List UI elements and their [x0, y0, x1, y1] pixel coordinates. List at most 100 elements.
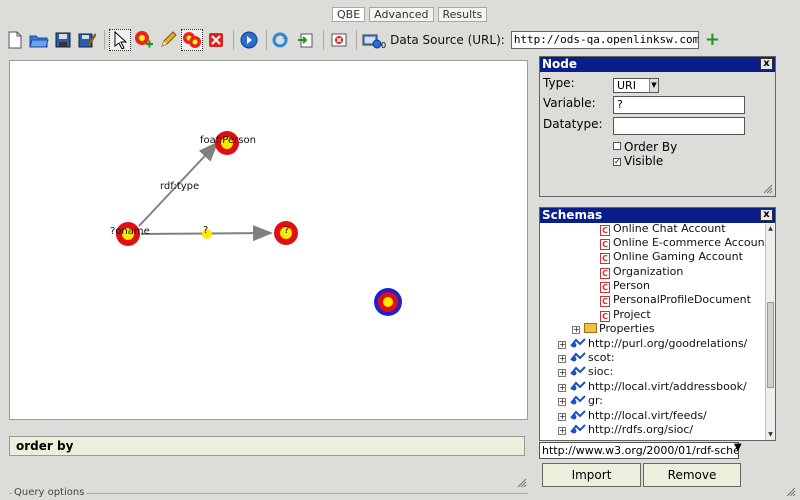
expand-icon[interactable]: +: [572, 326, 580, 334]
resize-grip-icon[interactable]: [763, 184, 773, 194]
query-canvas[interactable]: foaf:Person rdf:type ?oname ? ?: [9, 60, 528, 420]
folder-icon: [584, 323, 597, 333]
tree-item-namespace[interactable]: + sioc:: [558, 365, 613, 379]
tree-item-namespace[interactable]: + http://local.virt/feeds/: [558, 409, 707, 423]
node-panel-title: Node: [542, 57, 578, 71]
datasource-icon[interactable]: [361, 29, 383, 51]
datasource-counter: 0: [381, 40, 387, 50]
scroll-down-icon[interactable]: ▼: [766, 430, 775, 440]
tab-advanced[interactable]: Advanced: [369, 7, 434, 22]
schema-url-select[interactable]: http://www.w3.org/2000/01/rdf-schema#: [539, 442, 739, 459]
variable-input[interactable]: ?: [613, 96, 745, 114]
checkmark-icon: ✓: [613, 157, 621, 166]
type-select[interactable]: URI ▼: [613, 78, 659, 93]
close-icon[interactable]: x: [760, 58, 773, 70]
play-icon[interactable]: [238, 29, 260, 51]
namespace-icon: [570, 338, 586, 348]
edge-label-type: rdf:type: [160, 181, 200, 192]
expand-icon[interactable]: +: [558, 427, 566, 435]
close-icon[interactable]: x: [760, 209, 773, 221]
expand-icon[interactable]: +: [558, 355, 566, 363]
schema-scrollbar[interactable]: ▲ ▼: [765, 224, 775, 440]
tree-item-class[interactable]: C Project: [600, 308, 651, 322]
group-icon[interactable]: [181, 29, 203, 51]
class-icon: C: [600, 311, 610, 322]
expand-icon[interactable]: +: [558, 398, 566, 406]
tree-item-namespace[interactable]: + scot:: [558, 351, 615, 365]
datatype-input[interactable]: [613, 117, 745, 135]
namespace-icon: [570, 366, 586, 376]
order-by-label: Order By: [624, 140, 678, 154]
save-icon[interactable]: [52, 29, 74, 51]
expand-icon[interactable]: +: [558, 413, 566, 421]
select-arrow-icon[interactable]: [109, 29, 131, 51]
visible-checkbox[interactable]: ✓ Visible: [613, 154, 663, 168]
edge-label-variable: ?: [203, 225, 209, 236]
save-as-icon[interactable]: [76, 29, 98, 51]
schemas-panel-title: Schemas: [542, 208, 603, 222]
view-tabs: QBE Advanced Results: [332, 7, 488, 22]
datasource-label: Data Source (URL):: [390, 33, 505, 47]
node-label-object: ?: [284, 225, 290, 236]
expand-icon[interactable]: +: [558, 369, 566, 377]
chevron-down-icon: ▼: [649, 79, 658, 92]
checkbox-empty-icon: [613, 142, 621, 150]
open-folder-icon[interactable]: [28, 29, 50, 51]
tab-qbe[interactable]: QBE: [332, 7, 366, 22]
import-icon[interactable]: [295, 29, 317, 51]
tree-item-class[interactable]: C Organization: [600, 265, 683, 279]
toolbar: 0 Data Source (URL): http://ods-qa.openl…: [4, 27, 796, 53]
type-label: Type:: [543, 76, 575, 90]
visible-label: Visible: [624, 154, 664, 168]
resize-grip-icon[interactable]: [786, 487, 796, 497]
class-icon: C: [600, 282, 610, 293]
tree-item-namespace[interactable]: + http://local.virt/addressbook/: [558, 380, 747, 394]
class-icon: C: [600, 225, 610, 236]
tab-results[interactable]: Results: [437, 7, 488, 22]
remove-button[interactable]: Remove: [643, 463, 741, 487]
resize-grip-icon[interactable]: [517, 478, 527, 488]
datatype-label: Datatype:: [543, 117, 603, 131]
tree-item-class[interactable]: C Online Chat Account: [600, 224, 726, 236]
namespace-icon: [570, 352, 586, 362]
delete-icon[interactable]: [205, 29, 227, 51]
type-select-value: URI: [617, 79, 636, 92]
class-icon: C: [600, 268, 610, 279]
refresh-icon[interactable]: [271, 29, 293, 51]
expand-icon[interactable]: +: [558, 341, 566, 349]
order-by-bar[interactable]: order by: [9, 436, 525, 456]
tree-item-namespace[interactable]: + http://rdfs.org/sioc/: [558, 423, 693, 437]
scroll-up-icon[interactable]: ▲: [766, 224, 775, 234]
toolbar-separator: [104, 30, 105, 50]
class-icon: C: [600, 253, 610, 264]
order-by-checkbox[interactable]: Order By: [613, 140, 677, 154]
tree-item-class[interactable]: C Person: [600, 279, 650, 293]
class-icon: C: [600, 296, 610, 307]
tree-item-namespace[interactable]: + http://purl.org/goodrelations/: [558, 337, 747, 351]
datasource-url-input[interactable]: http://ods-qa.openlinksw.com/datas: [510, 31, 699, 49]
toolbar-separator: [233, 30, 234, 50]
namespace-icon: [570, 381, 586, 391]
query-options-label[interactable]: Query options: [12, 487, 87, 498]
add-datasource-icon[interactable]: +: [705, 31, 720, 49]
expand-icon[interactable]: +: [558, 384, 566, 392]
schema-tree: C Online Chat Account C Online E-commerce …: [540, 224, 765, 440]
toolbar-separator: [266, 30, 267, 50]
import-button[interactable]: Import: [542, 463, 641, 487]
tree-item-class[interactable]: C Online Gaming Account: [600, 250, 743, 264]
node-label-subject: ?oname: [110, 226, 150, 237]
tree-item-class[interactable]: C Online E-commerce Account: [600, 236, 765, 250]
pencil-icon[interactable]: [157, 29, 179, 51]
tree-item-properties[interactable]: + Properties: [572, 322, 655, 336]
namespace-icon: [570, 424, 586, 434]
variable-label: Variable:: [543, 96, 596, 110]
node-label-class: foaf:Person: [200, 135, 256, 146]
scroll-thumb[interactable]: [767, 302, 774, 388]
chevron-down-icon[interactable]: ▼: [734, 442, 742, 453]
tree-item-class[interactable]: C PersonalProfileDocument: [600, 293, 751, 307]
schemas-panel-header: Schemas x: [540, 208, 775, 223]
new-file-icon[interactable]: [4, 29, 26, 51]
tree-item-namespace[interactable]: + gr:: [558, 394, 603, 408]
clear-icon[interactable]: [328, 29, 350, 51]
add-node-icon[interactable]: [133, 29, 155, 51]
